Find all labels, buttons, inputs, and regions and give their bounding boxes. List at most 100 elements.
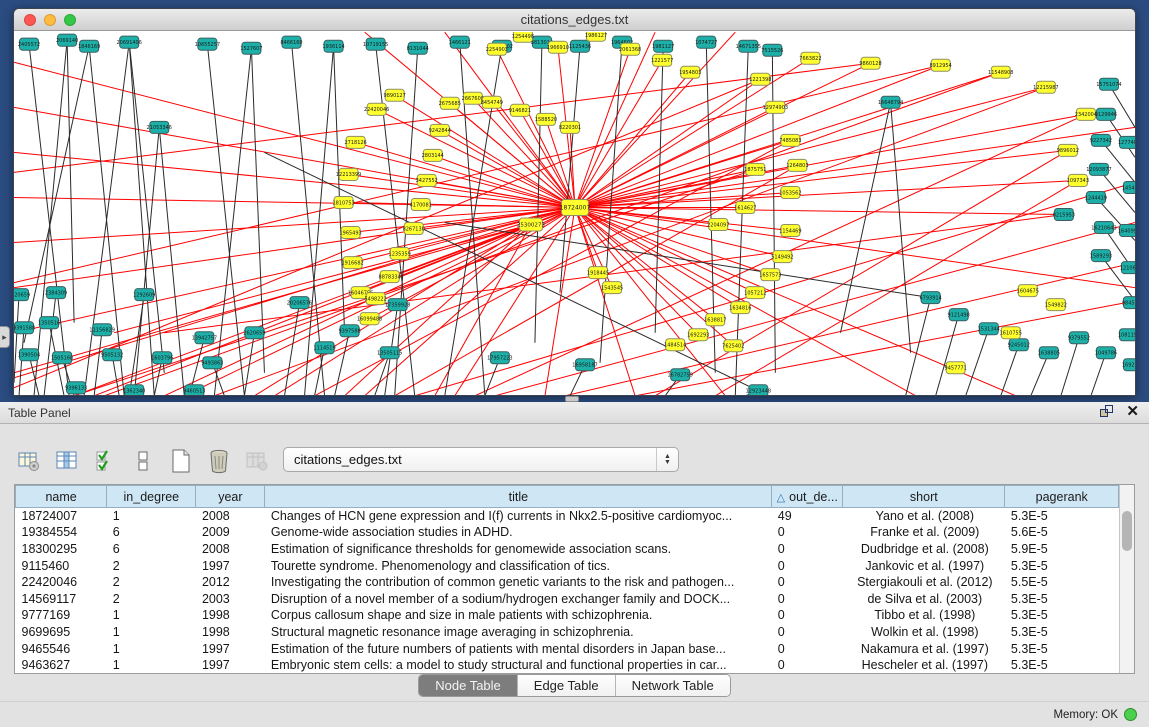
- column-header-title[interactable]: title: [265, 486, 772, 508]
- table-cell[interactable]: 0: [772, 541, 843, 558]
- graph-node[interactable]: 1254498: [512, 32, 534, 42]
- graph-node[interactable]: 14671355: [736, 40, 761, 52]
- graph-node[interactable]: 9227342: [1090, 134, 1112, 146]
- graph-node[interactable]: 1589293: [1090, 250, 1112, 262]
- graph-node[interactable]: 16958187: [572, 359, 597, 371]
- graph-node[interactable]: 12923448: [746, 385, 771, 396]
- graph-node[interactable]: 1114519: [313, 342, 335, 354]
- table-cell[interactable]: 5.3E-5: [1005, 508, 1119, 525]
- graph-node[interactable]: 1692293: [687, 329, 709, 341]
- graph-node[interactable]: 7625402: [722, 340, 744, 352]
- graph-node[interactable]: 1277405: [1118, 136, 1135, 148]
- graph-node[interactable]: 9146821: [509, 104, 531, 116]
- table-cell[interactable]: 2003: [196, 590, 265, 607]
- table-cell[interactable]: Tourette syndrome. Phenomenology and cla…: [265, 557, 772, 574]
- table-cell[interactable]: 1: [107, 657, 196, 674]
- table-row[interactable]: 2242004622012Investigating the contribut…: [16, 574, 1119, 591]
- graph-node[interactable]: 1053562: [779, 186, 801, 198]
- graph-node[interactable]: 9129946: [1095, 108, 1117, 120]
- graph-node[interactable]: 5498222: [365, 293, 387, 305]
- table-cell[interactable]: de Silva et al. (2003): [843, 590, 1005, 607]
- graph-node[interactable]: 1210664: [1120, 262, 1135, 274]
- graph-node[interactable]: 1057212: [744, 287, 766, 299]
- table-cell[interactable]: 9777169: [16, 607, 107, 624]
- scrollbar-thumb[interactable]: [1122, 511, 1132, 551]
- table-cell[interactable]: Wolkin et al. (1998): [843, 624, 1005, 641]
- graph-node[interactable]: 9896012: [1057, 144, 1079, 156]
- graph-node[interactable]: 7485083: [779, 134, 801, 146]
- graph-node[interactable]: 1634816: [729, 302, 751, 314]
- table-row[interactable]: 946554611997Estimation of the future num…: [16, 640, 1119, 657]
- table-cell[interactable]: 1: [107, 508, 196, 525]
- graph-node[interactable]: 1154469: [779, 225, 801, 237]
- column-header-in-degree[interactable]: in_degree: [107, 486, 196, 508]
- new-table-icon[interactable]: [168, 448, 194, 474]
- table-cell[interactable]: 1997: [196, 657, 265, 674]
- row-height-icon[interactable]: [130, 448, 156, 474]
- table-cell[interactable]: 5.3E-5: [1005, 640, 1119, 657]
- graph-node[interactable]: 1918445: [587, 267, 609, 279]
- graph-node[interactable]: 1244419: [1085, 191, 1107, 203]
- show-columns-icon[interactable]: [54, 448, 80, 474]
- graph-node[interactable]: 2061368: [619, 43, 641, 55]
- table-cell[interactable]: Hescheler et al. (1997): [843, 657, 1005, 674]
- graph-node[interactable]: 1221577: [651, 54, 673, 66]
- node-table[interactable]: namein_degreeyeartitle△out_de...shortpag…: [14, 484, 1135, 674]
- graph-node[interactable]: 1916682: [341, 257, 363, 269]
- table-cell[interactable]: Changes of HCN gene expression and I(f) …: [265, 508, 772, 525]
- tab-network-table[interactable]: Network Table: [615, 675, 730, 696]
- graph-node[interactable]: 1390504: [18, 349, 40, 361]
- graph-node[interactable]: 1049786: [1095, 347, 1117, 359]
- table-row[interactable]: 911546021997Tourette syndrome. Phenomeno…: [16, 557, 1119, 574]
- close-panel-icon[interactable]: ✕: [1126, 405, 1139, 419]
- graph-node[interactable]: 11156829: [89, 324, 114, 336]
- graph-node[interactable]: 16210643: [1091, 222, 1116, 234]
- table-row[interactable]: 946362711997Embryonic stem cells: a mode…: [16, 657, 1119, 674]
- graph-node[interactable]: 1614627: [734, 201, 756, 213]
- table-cell[interactable]: 1997: [196, 557, 265, 574]
- graph-node[interactable]: 13942757: [192, 332, 217, 344]
- graph-node[interactable]: 1074727: [695, 36, 717, 48]
- table-row[interactable]: 977716911998Corpus callosum shape and si…: [16, 607, 1119, 624]
- graph-node[interactable]: 2204097: [707, 219, 729, 231]
- graph-node[interactable]: 10719155: [363, 38, 388, 50]
- graph-node[interactable]: 8454749: [481, 96, 503, 108]
- table-cell[interactable]: 0: [772, 607, 843, 624]
- graph-node[interactable]: 22420046: [364, 103, 389, 115]
- graph-node[interactable]: 8878334: [379, 271, 401, 283]
- graph-node[interactable]: 1292609: [133, 289, 155, 301]
- table-cell[interactable]: 18724007: [16, 508, 107, 525]
- graph-node[interactable]: 1264803: [786, 159, 808, 171]
- table-cell[interactable]: 5.3E-5: [1005, 657, 1119, 674]
- graph-node[interactable]: 9396133: [65, 382, 87, 394]
- graph-node[interactable]: 1125436: [569, 40, 591, 52]
- table-cell[interactable]: 2: [107, 590, 196, 607]
- table-cell[interactable]: Jankovic et al. (1997): [843, 557, 1005, 574]
- table-header-row[interactable]: namein_degreeyeartitle△out_de...shortpag…: [16, 486, 1119, 508]
- window-titlebar[interactable]: citations_edges.txt: [14, 9, 1135, 31]
- table-row[interactable]: 1830029562008Estimation of significance …: [16, 541, 1119, 558]
- graph-node[interactable]: 9845062: [1122, 297, 1135, 309]
- graph-node[interactable]: 1505160: [51, 352, 73, 364]
- graph-node[interactable]: 9121498: [948, 309, 970, 321]
- table-cell[interactable]: 2008: [196, 541, 265, 558]
- table-cell[interactable]: 5.6E-5: [1005, 524, 1119, 541]
- graph-node[interactable]: 16782759: [667, 369, 692, 381]
- graph-node[interactable]: 9860128: [859, 57, 881, 69]
- delete-table-icon[interactable]: [206, 448, 232, 474]
- graph-node[interactable]: 2384309: [45, 287, 67, 299]
- graph-node[interactable]: 12974903: [763, 101, 788, 113]
- table-panel-titlebar[interactable]: Table Panel ✕: [0, 402, 1149, 424]
- table-cell[interactable]: Investigating the contribution of common…: [265, 574, 772, 591]
- table-cell[interactable]: 1: [107, 624, 196, 641]
- table-row[interactable]: 969969511998Structural magnetic resonanc…: [16, 624, 1119, 641]
- table-cell[interactable]: 5.3E-5: [1005, 590, 1119, 607]
- graph-node[interactable]: 9397588: [338, 325, 360, 337]
- table-cell[interactable]: 49: [772, 508, 843, 525]
- table-cell[interactable]: Structural magnetic resonance image aver…: [265, 624, 772, 641]
- graph-node[interactable]: 1531344: [978, 323, 1000, 335]
- graph-node[interactable]: 18724007: [560, 199, 591, 215]
- graph-node[interactable]: 20691406: [116, 36, 141, 48]
- graph-node[interactable]: 9379552: [1068, 332, 1090, 344]
- network-view-window[interactable]: citations_edges.txt 24055722069140184616…: [13, 8, 1136, 396]
